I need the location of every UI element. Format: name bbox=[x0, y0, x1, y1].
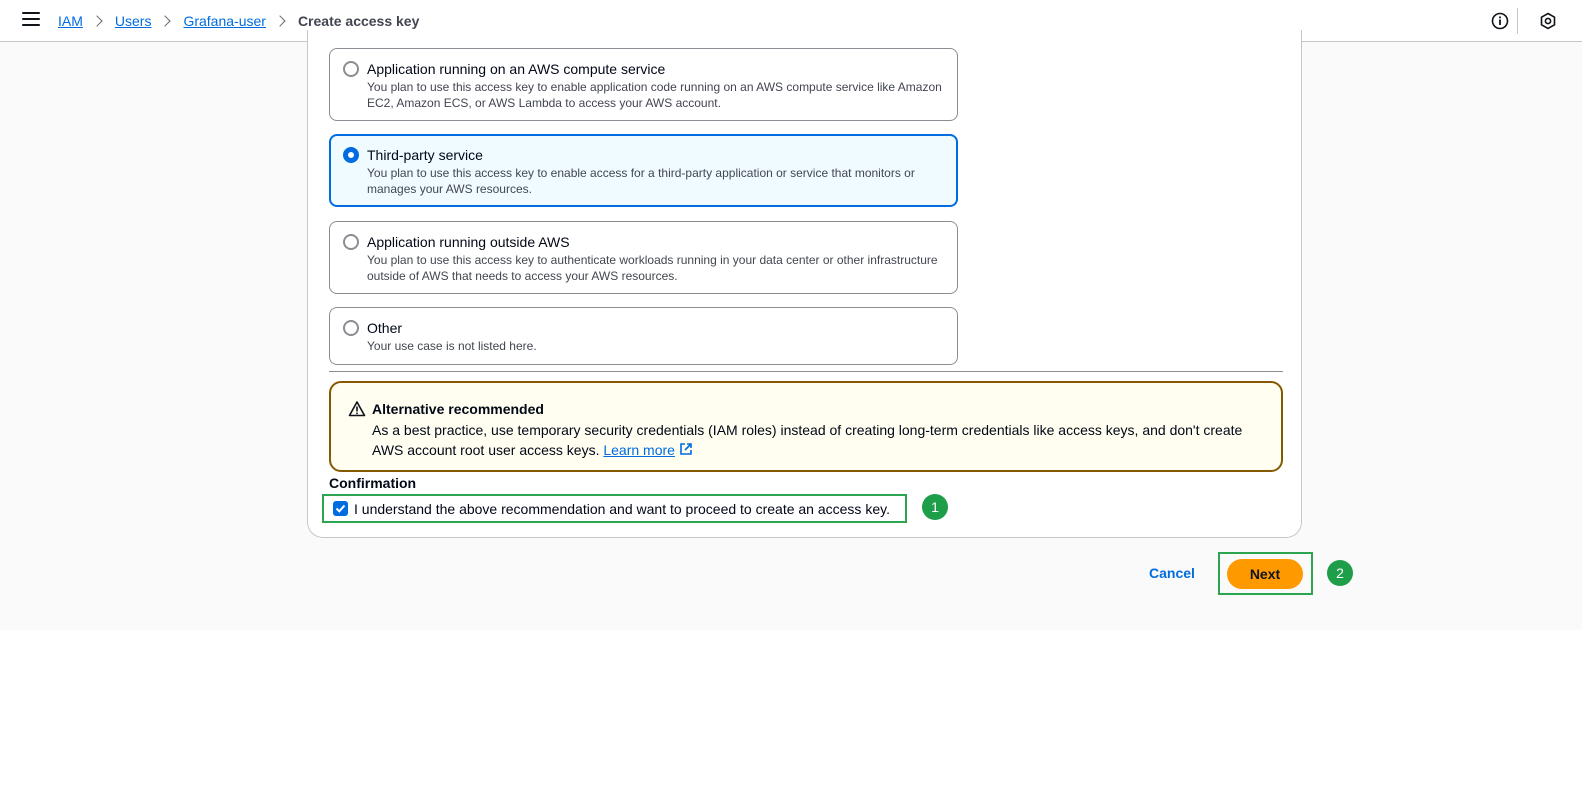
breadcrumb-grafana-user[interactable]: Grafana-user bbox=[183, 12, 265, 30]
breadcrumb-users[interactable]: Users bbox=[115, 12, 152, 30]
confirmation-label[interactable]: I understand the above recommendation an… bbox=[354, 500, 890, 518]
header-divider bbox=[1517, 8, 1518, 34]
external-link-icon[interactable] bbox=[679, 442, 693, 456]
chevron-right-icon bbox=[91, 15, 103, 27]
radio-other[interactable] bbox=[343, 320, 359, 336]
alert-title: Alternative recommended bbox=[372, 401, 544, 417]
option-title: Other bbox=[367, 320, 403, 336]
option-title: Application running on an AWS compute se… bbox=[367, 61, 666, 77]
option-outside-aws[interactable]: Application running outside AWS You plan… bbox=[329, 221, 958, 294]
next-highlight: Next bbox=[1218, 552, 1313, 595]
option-description: Your use case is not listed here. bbox=[367, 339, 537, 353]
cancel-button[interactable]: Cancel bbox=[1137, 563, 1207, 583]
option-aws-compute[interactable]: Application running on an AWS compute se… bbox=[329, 48, 958, 121]
step-marker-1: 1 bbox=[922, 494, 948, 520]
option-description: You plan to use this access key to authe… bbox=[367, 253, 938, 283]
option-title: Third-party service bbox=[367, 147, 483, 163]
option-title: Application running outside AWS bbox=[367, 234, 570, 250]
breadcrumb-iam[interactable]: IAM bbox=[58, 12, 83, 30]
confirmation-title: Confirmation bbox=[329, 475, 417, 491]
chevron-right-icon bbox=[159, 15, 172, 27]
confirmation-highlight: I understand the above recommendation an… bbox=[322, 494, 907, 523]
breadcrumb: IAM Users Grafana-user Create access key bbox=[58, 12, 419, 30]
alert-text: As a best practice, use temporary securi… bbox=[372, 422, 1243, 458]
radio-aws-compute[interactable] bbox=[343, 61, 359, 77]
step-marker-2: 2 bbox=[1327, 560, 1353, 586]
alternative-recommended-alert: Alternative recommended As a best practi… bbox=[329, 381, 1283, 472]
warning-icon bbox=[348, 401, 366, 417]
option-other[interactable]: Other Your use case is not listed here. bbox=[329, 307, 958, 365]
hamburger-menu-icon[interactable] bbox=[22, 12, 40, 28]
checkmark-icon bbox=[335, 504, 346, 513]
info-icon[interactable] bbox=[1491, 12, 1509, 30]
option-description: You plan to use this access key to enabl… bbox=[367, 166, 915, 196]
option-third-party[interactable]: Third-party service You plan to use this… bbox=[329, 134, 958, 207]
next-button[interactable]: Next bbox=[1227, 559, 1303, 589]
section-divider bbox=[329, 371, 1283, 372]
settings-hexagon-icon[interactable] bbox=[1539, 12, 1557, 30]
radio-outside-aws[interactable] bbox=[343, 234, 359, 250]
confirmation-checkbox[interactable] bbox=[333, 501, 348, 516]
chevron-right-icon bbox=[274, 15, 286, 27]
breadcrumb-current: Create access key bbox=[297, 13, 420, 29]
learn-more-link[interactable]: Learn more bbox=[603, 442, 675, 458]
option-description: You plan to use this access key to enabl… bbox=[367, 80, 942, 110]
alert-body: As a best practice, use temporary securi… bbox=[372, 420, 1252, 460]
radio-third-party[interactable] bbox=[343, 147, 359, 163]
